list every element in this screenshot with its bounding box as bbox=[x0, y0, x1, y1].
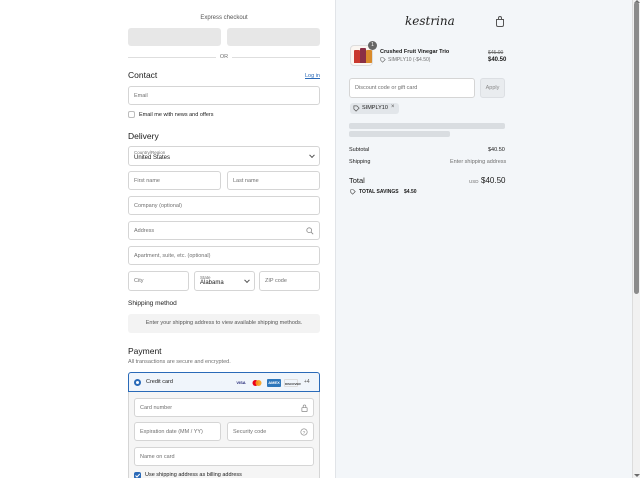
company-field[interactable]: Company (optional) bbox=[128, 196, 320, 215]
tag-icon bbox=[350, 189, 356, 195]
name-on-card-field[interactable]: Name on card bbox=[134, 447, 314, 466]
more-brands-badge: +4 bbox=[304, 379, 310, 385]
shopping-bag-icon[interactable] bbox=[496, 19, 504, 27]
credit-card-radio[interactable] bbox=[134, 379, 141, 386]
name-on-card-placeholder: Name on card bbox=[140, 453, 175, 460]
last-name-placeholder: Last name bbox=[233, 177, 259, 184]
applied-discount-chip: SIMPLY10 × bbox=[350, 103, 399, 114]
amex-icon: AMEX bbox=[267, 379, 281, 387]
contact-heading: Contact bbox=[128, 70, 158, 80]
security-code-placeholder: Security code bbox=[233, 428, 267, 435]
chevron-down-icon bbox=[309, 152, 315, 159]
product-name: Crushed Fruit Vinegar Trio bbox=[380, 49, 450, 55]
country-value: United States bbox=[134, 155, 171, 161]
country-select[interactable]: Country/Region United States bbox=[128, 146, 320, 166]
scroll-down-icon[interactable] bbox=[634, 474, 640, 477]
billing-same-checkbox[interactable] bbox=[134, 472, 141, 478]
total-value: $40.50 bbox=[481, 176, 506, 185]
currency-code: USD bbox=[469, 179, 479, 184]
delivery-heading: Delivery bbox=[128, 131, 159, 141]
remove-code-icon[interactable]: × bbox=[391, 104, 395, 110]
first-name-placeholder: First name bbox=[134, 177, 160, 184]
first-name-field[interactable]: First name bbox=[128, 171, 221, 190]
newsletter-label: Email me with news and offers bbox=[139, 112, 214, 118]
credit-card-option[interactable]: Credit card VISA AMEX DISCOVER +4 bbox=[128, 372, 320, 392]
original-price: $45.00 bbox=[488, 50, 504, 56]
login-link[interactable]: Log in bbox=[305, 73, 320, 79]
card-number-field[interactable]: Card number bbox=[134, 398, 314, 417]
total-savings-value: $4.50 bbox=[404, 189, 417, 195]
order-summary-pane bbox=[335, 0, 632, 478]
company-placeholder: Company (optional) bbox=[134, 202, 182, 209]
shipping-method-message: Enter your shipping address to view avai… bbox=[128, 314, 320, 333]
product-discount-label: SIMPLY10 (-$4.50) bbox=[388, 57, 431, 63]
help-icon[interactable]: ? bbox=[300, 428, 308, 436]
zip-placeholder: ZIP code bbox=[265, 278, 287, 284]
email-placeholder: Email bbox=[134, 92, 148, 99]
expiration-placeholder: Expiration date (MM / YY) bbox=[140, 428, 203, 435]
state-select[interactable]: State Alabama bbox=[194, 271, 255, 291]
credit-card-label: Credit card bbox=[146, 379, 173, 385]
check-icon bbox=[135, 473, 141, 478]
shipping-value: Enter shipping address bbox=[450, 159, 507, 165]
visa-icon: VISA bbox=[236, 380, 246, 385]
subtotal-value: $40.50 bbox=[488, 147, 505, 153]
product-price: $40.50 bbox=[488, 57, 507, 63]
svg-text:?: ? bbox=[303, 430, 306, 436]
zip-field[interactable]: ZIP code bbox=[259, 271, 320, 291]
mastercard-icon bbox=[251, 379, 263, 387]
subtotal-label: Subtotal bbox=[349, 147, 370, 153]
express-pay-button-1[interactable] bbox=[128, 28, 221, 46]
card-number-placeholder: Card number bbox=[140, 404, 173, 411]
shipping-label: Shipping bbox=[349, 159, 371, 165]
newsletter-checkbox[interactable] bbox=[128, 111, 135, 118]
express-pay-button-2[interactable] bbox=[227, 28, 320, 46]
lock-icon bbox=[301, 404, 308, 412]
discount-placeholder: Discount code or gift card bbox=[355, 85, 418, 91]
total-label: Total bbox=[349, 176, 365, 185]
payment-heading: Payment bbox=[128, 346, 162, 356]
loading-skeleton-2 bbox=[349, 131, 450, 137]
checkout-form-pane: Express checkout OR Contact Log in Email… bbox=[0, 0, 335, 478]
shipping-method-heading: Shipping method bbox=[128, 300, 177, 307]
quantity-badge: 1 bbox=[368, 41, 377, 50]
discover-icon: DISCOVER bbox=[284, 379, 301, 387]
or-divider: OR bbox=[128, 53, 320, 61]
city-placeholder: City bbox=[134, 278, 144, 284]
search-icon bbox=[306, 227, 314, 235]
last-name-field[interactable]: Last name bbox=[227, 171, 320, 190]
chevron-down-icon bbox=[244, 277, 250, 284]
expiration-field[interactable]: Expiration date (MM / YY) bbox=[134, 422, 221, 441]
bottle-orange bbox=[366, 50, 372, 63]
apply-button[interactable]: Apply bbox=[480, 78, 505, 98]
state-value: Alabama bbox=[200, 280, 224, 286]
express-checkout-title: Express checkout bbox=[200, 15, 248, 21]
apartment-field[interactable]: Apartment, suite, etc. (optional) bbox=[128, 246, 320, 265]
security-code-field[interactable]: Security code ? bbox=[227, 422, 314, 441]
applied-code: SIMPLY10 bbox=[362, 105, 388, 111]
loading-skeleton-1 bbox=[349, 123, 505, 129]
store-logo[interactable]: kestrina bbox=[405, 14, 455, 32]
payment-subtitle: All transactions are secure and encrypte… bbox=[128, 359, 231, 365]
discount-code-field[interactable]: Discount code or gift card bbox=[349, 78, 475, 98]
tag-icon bbox=[353, 105, 360, 112]
tag-icon bbox=[380, 57, 386, 63]
scroll-thumb[interactable] bbox=[634, 2, 639, 294]
email-field[interactable]: Email bbox=[128, 86, 320, 105]
apartment-placeholder: Apartment, suite, etc. (optional) bbox=[134, 252, 211, 259]
address-field[interactable]: Address bbox=[128, 221, 320, 240]
page-scrollbar[interactable] bbox=[632, 0, 640, 478]
address-placeholder: Address bbox=[134, 227, 155, 234]
billing-same-label: Use shipping address as billing address bbox=[145, 472, 242, 478]
total-savings-label: TOTAL SAVINGS bbox=[359, 189, 399, 195]
city-field[interactable]: City bbox=[128, 271, 189, 291]
